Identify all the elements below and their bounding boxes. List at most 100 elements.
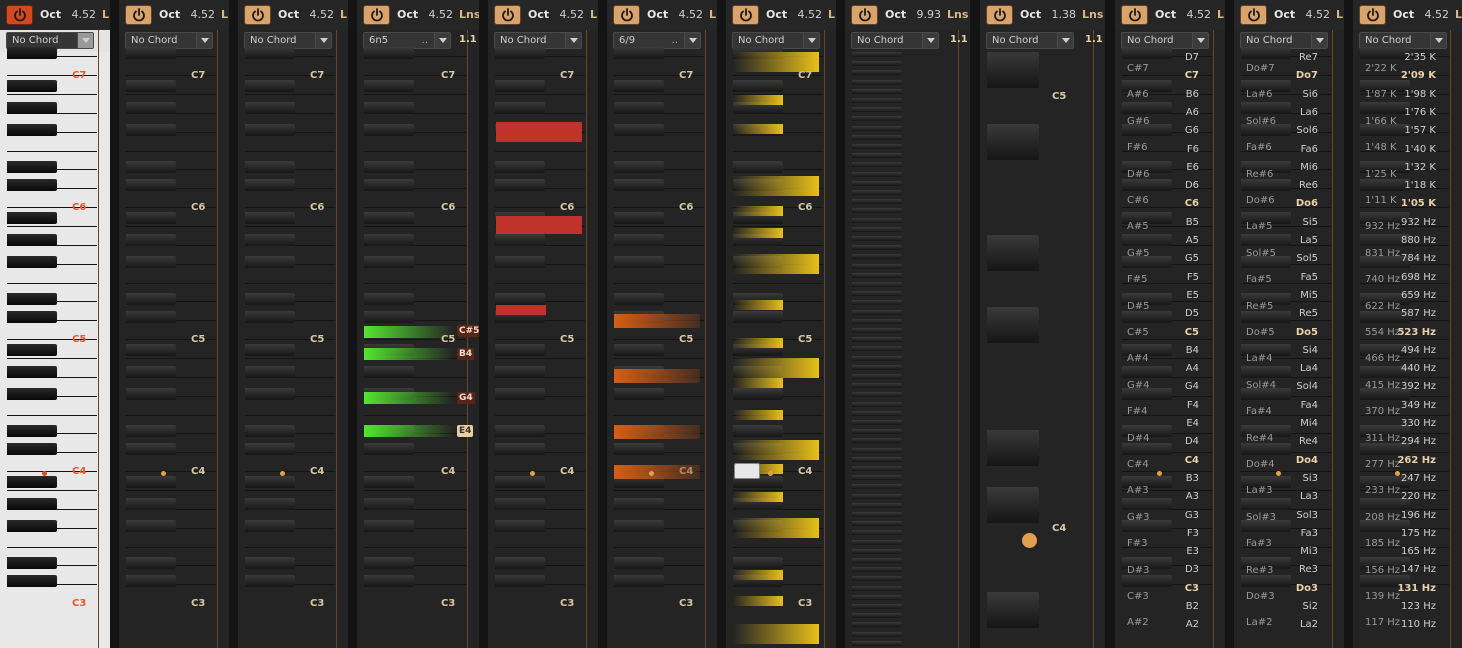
octave-value[interactable]: 4.52: [1179, 8, 1212, 21]
black-key[interactable]: [1122, 311, 1172, 323]
black-key[interactable]: [614, 212, 664, 224]
black-key[interactable]: [852, 530, 902, 536]
black-key[interactable]: [126, 575, 176, 587]
black-key[interactable]: [126, 520, 176, 532]
black-key[interactable]: [614, 179, 664, 191]
black-key[interactable]: [495, 179, 545, 191]
chevron-down-icon[interactable]: [315, 33, 331, 48]
black-key[interactable]: [852, 254, 902, 260]
black-key[interactable]: [245, 366, 295, 378]
black-key[interactable]: [614, 80, 664, 92]
black-key[interactable]: [364, 161, 414, 173]
black-key[interactable]: [852, 226, 902, 232]
power-button[interactable]: [494, 5, 521, 25]
black-key[interactable]: [7, 179, 57, 191]
black-key[interactable]: [614, 293, 664, 305]
black-key[interactable]: [364, 256, 414, 268]
black-key[interactable]: [245, 344, 295, 356]
black-key[interactable]: [852, 539, 902, 545]
lines-toggle[interactable]: L: [709, 8, 716, 21]
black-key[interactable]: [852, 558, 902, 563]
chevron-down-icon[interactable]: [1057, 33, 1073, 48]
black-key[interactable]: [126, 124, 176, 136]
black-key[interactable]: [733, 425, 783, 437]
black-key[interactable]: [7, 293, 57, 305]
octave-value[interactable]: 4.52: [183, 8, 216, 21]
black-key[interactable]: [852, 512, 902, 517]
black-key[interactable]: [364, 293, 414, 305]
black-key[interactable]: [852, 502, 902, 508]
scroll-track[interactable]: [217, 30, 218, 648]
power-button[interactable]: [125, 5, 152, 25]
black-key[interactable]: [245, 425, 295, 437]
black-key[interactable]: [614, 102, 664, 114]
black-key[interactable]: [1122, 575, 1172, 587]
lines-toggle[interactable]: Lns: [459, 8, 479, 21]
black-key[interactable]: [1241, 311, 1291, 323]
chord-dropdown[interactable]: No Chord: [851, 32, 939, 49]
black-key[interactable]: [126, 311, 176, 323]
black-key[interactable]: [733, 557, 783, 569]
black-key[interactable]: [364, 311, 414, 323]
black-key[interactable]: [364, 80, 414, 92]
black-key[interactable]: [852, 208, 902, 214]
black-key[interactable]: [245, 234, 295, 246]
lines-toggle[interactable]: L: [828, 8, 835, 21]
black-key[interactable]: [614, 161, 664, 173]
power-button[interactable]: [1359, 5, 1386, 25]
black-key[interactable]: [126, 443, 176, 455]
octave-value[interactable]: 4.52: [421, 8, 454, 21]
black-key[interactable]: [495, 234, 545, 246]
black-key[interactable]: [7, 498, 57, 510]
black-key[interactable]: [852, 374, 902, 379]
black-key[interactable]: [852, 548, 902, 554]
chevron-down-icon[interactable]: [77, 33, 93, 48]
lines-toggle[interactable]: Lns: [1082, 8, 1103, 21]
power-button[interactable]: [1240, 5, 1267, 25]
black-key[interactable]: [364, 234, 414, 246]
black-key[interactable]: [614, 575, 664, 587]
octave-value[interactable]: 9.93: [909, 8, 942, 21]
octave-value[interactable]: 4.52: [64, 8, 97, 21]
lines-toggle[interactable]: L: [1217, 8, 1224, 21]
black-key[interactable]: [126, 425, 176, 437]
black-key[interactable]: [1241, 575, 1291, 587]
lines-toggle[interactable]: L: [102, 8, 109, 21]
black-key[interactable]: [614, 520, 664, 532]
black-key[interactable]: [987, 430, 1039, 466]
black-key[interactable]: [852, 300, 902, 306]
black-key[interactable]: [7, 344, 57, 356]
black-key[interactable]: [245, 179, 295, 191]
black-key[interactable]: [852, 420, 902, 425]
black-key[interactable]: [495, 575, 545, 587]
black-key[interactable]: [852, 622, 902, 628]
scroll-track[interactable]: [1093, 30, 1094, 648]
black-key[interactable]: [245, 161, 295, 173]
black-key[interactable]: [126, 388, 176, 400]
black-key[interactable]: [1241, 498, 1291, 510]
chevron-down-icon[interactable]: [1311, 33, 1327, 48]
black-key[interactable]: [126, 179, 176, 191]
black-key[interactable]: [614, 234, 664, 246]
black-key[interactable]: [7, 102, 57, 114]
power-button[interactable]: [851, 5, 878, 25]
black-key[interactable]: [614, 47, 664, 59]
black-key[interactable]: [364, 443, 414, 455]
black-key[interactable]: [1122, 179, 1172, 191]
black-key[interactable]: [245, 256, 295, 268]
black-key[interactable]: [987, 52, 1039, 88]
black-key[interactable]: [364, 124, 414, 136]
black-key[interactable]: [614, 344, 664, 356]
black-key[interactable]: [245, 124, 295, 136]
scroll-track[interactable]: [98, 30, 99, 648]
black-key[interactable]: [852, 171, 902, 177]
black-key[interactable]: [7, 161, 57, 173]
black-key[interactable]: [614, 498, 664, 510]
black-key[interactable]: [495, 344, 545, 356]
black-key[interactable]: [852, 79, 902, 85]
black-key[interactable]: [852, 98, 902, 103]
black-key[interactable]: [1360, 179, 1410, 191]
black-key[interactable]: [852, 236, 902, 241]
note-cursor-icon[interactable]: [734, 463, 760, 479]
black-key[interactable]: [126, 293, 176, 305]
